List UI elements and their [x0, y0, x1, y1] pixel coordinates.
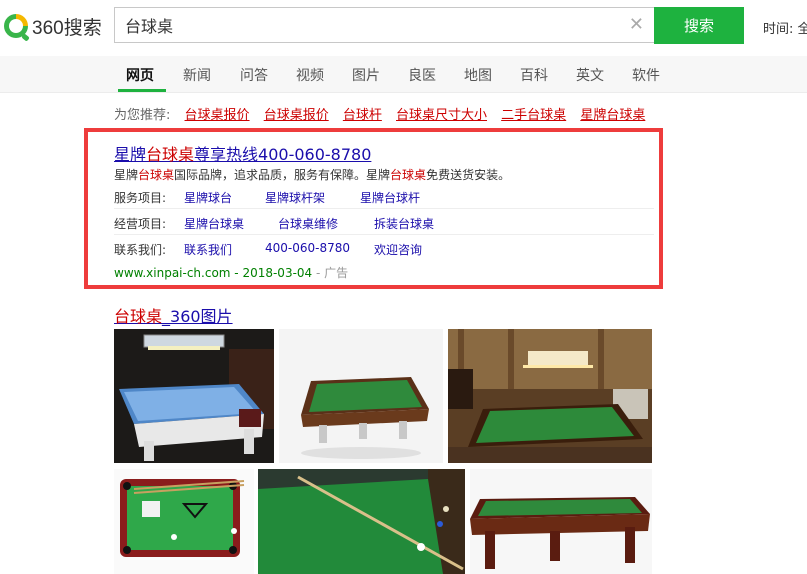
ad-row-link[interactable]: 星牌球杆架 [265, 189, 325, 206]
recommend-prefix: 为您推荐: [114, 108, 171, 123]
tab-health[interactable]: 良医 [408, 65, 436, 85]
image-thumbnail[interactable] [448, 329, 652, 463]
tab-baike[interactable]: 百科 [520, 65, 548, 85]
ad-row-label: 服务项目: [114, 191, 167, 205]
recommend-bar: 为您推荐: 台球桌报价 台球桌报价 台球杆 台球桌尺寸大小 二手台球桌 星牌台球… [114, 104, 645, 123]
ad-description: 星牌台球桌国际品牌，追求品质，服务有保障。星牌台球桌免费送货安装。 [114, 166, 510, 183]
ad-row-link[interactable]: 400-060-8780 [265, 241, 350, 255]
search-box: ✕ [114, 7, 654, 43]
search-input[interactable] [125, 8, 605, 42]
tab-qa[interactable]: 问答 [240, 65, 268, 85]
image-thumbnail[interactable] [114, 329, 274, 463]
ad-tag: - 广告 [312, 266, 349, 280]
image-title-highlight: 台球桌 [114, 307, 163, 326]
recommend-link[interactable]: 台球桌报价 [264, 108, 329, 123]
header: 360搜索 ✕ 搜索 时间: 全 [0, 0, 807, 56]
recommend-link[interactable]: 台球桌报价 [185, 108, 250, 123]
logo-text: 360搜索 [32, 17, 102, 39]
360-logo-icon [4, 14, 28, 38]
ad-row-label: 联系我们: [114, 243, 167, 257]
tab-english[interactable]: 英文 [576, 65, 604, 85]
ad-row-business: 经营项目: 星牌台球桌 台球桌维修 拆装台球桌 [114, 211, 654, 235]
logo[interactable]: 360搜索 [4, 10, 102, 42]
ad-title-highlight: 台球桌 [146, 145, 195, 164]
tab-news[interactable]: 新闻 [183, 65, 211, 85]
ad-row-link[interactable]: 欢迎咨询 [374, 241, 422, 258]
image-thumbnail[interactable] [258, 469, 465, 574]
recommend-link[interactable]: 台球杆 [343, 108, 382, 123]
ad-desc-text: 免费送货安装。 [426, 168, 511, 182]
ad-row-link[interactable]: 星牌球台 [184, 189, 232, 206]
ad-row-link[interactable]: 台球桌维修 [278, 215, 338, 232]
recommend-link[interactable]: 台球桌尺寸大小 [396, 108, 487, 123]
recommend-link[interactable]: 星牌台球桌 [580, 108, 645, 123]
ad-row-link[interactable]: 星牌台球桌 [184, 215, 244, 232]
image-title-post: _360图片 [162, 307, 233, 326]
image-result-title[interactable]: 台球桌_360图片 [114, 303, 233, 327]
ad-row-link[interactable]: 联系我们 [184, 241, 232, 258]
time-filter[interactable]: 时间: 全 [763, 18, 807, 37]
ad-title-post: 尊享热线400-060-8780 [194, 145, 372, 164]
ad-title-link[interactable]: 星牌台球桌尊享热线400-060-8780 [114, 141, 371, 165]
ad-desc-highlight: 台球桌 [390, 168, 427, 182]
divider [114, 208, 654, 209]
tab-web[interactable]: 网页 [126, 65, 154, 85]
image-thumbnail[interactable] [114, 469, 254, 574]
ad-desc-highlight: 台球桌 [138, 168, 175, 182]
ad-desc-text: 星牌 [114, 168, 139, 182]
nav-tabs: 网页 新闻 问答 视频 图片 良医 地图 百科 英文 软件 [0, 56, 807, 93]
ad-desc-text: 国际品牌，追求品质，服务有保障。星牌 [174, 168, 391, 182]
active-tab-indicator [118, 89, 166, 92]
ad-row-label: 经营项目: [114, 217, 167, 231]
tab-software[interactable]: 软件 [632, 65, 660, 85]
ad-row-link[interactable]: 拆装台球桌 [374, 215, 434, 232]
tab-images[interactable]: 图片 [352, 65, 380, 85]
ad-title-pre: 星牌 [114, 145, 147, 164]
image-thumbnail[interactable] [470, 469, 652, 574]
ad-url[interactable]: www.xinpai-ch.com - 2018-03-04 - 广告 [114, 264, 348, 281]
ad-row-link[interactable]: 星牌台球杆 [360, 189, 420, 206]
image-thumbnail[interactable] [279, 329, 443, 463]
ad-row-contact: 联系我们: 联系我们 400-060-8780 欢迎咨询 [114, 237, 654, 261]
search-button[interactable]: 搜索 [654, 7, 744, 44]
ad-url-text: www.xinpai-ch.com - 2018-03-04 [114, 266, 313, 280]
divider [114, 234, 654, 235]
ad-row-services: 服务项目: 星牌球台 星牌球杆架 星牌台球杆 [114, 185, 654, 209]
tab-map[interactable]: 地图 [464, 65, 492, 85]
recommend-link[interactable]: 二手台球桌 [501, 108, 566, 123]
close-icon[interactable]: ✕ [629, 14, 644, 35]
tab-video[interactable]: 视频 [296, 65, 324, 85]
